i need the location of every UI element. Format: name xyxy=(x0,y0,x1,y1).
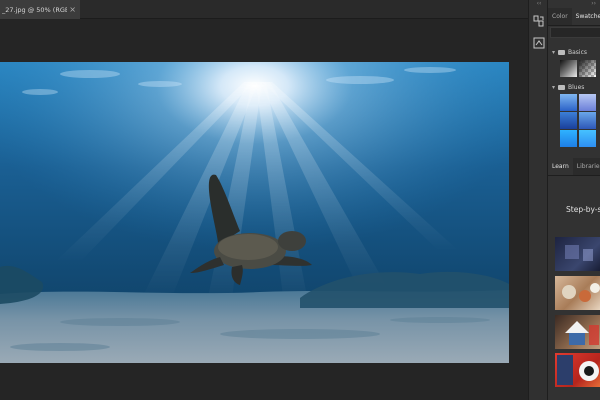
adjustments-icon[interactable] xyxy=(532,36,546,50)
chevron-down-icon: ▾ xyxy=(552,48,556,56)
canvas-pasteboard-edge xyxy=(509,20,519,400)
history-icon[interactable] xyxy=(532,14,546,28)
document-image[interactable] xyxy=(0,62,509,363)
folder-icon xyxy=(558,49,566,55)
tab-libraries[interactable]: Libraries xyxy=(573,158,600,175)
learn-subtitle: Step-by-s xyxy=(566,205,600,214)
canvas-area[interactable] xyxy=(0,20,528,400)
learn-libraries-tabs: Learn Libraries xyxy=(548,158,600,176)
tutorial-thumbnail[interactable] xyxy=(555,237,600,271)
swatch-blue-gradient[interactable] xyxy=(579,130,596,147)
swatch-group-blues[interactable]: ▾ Blues xyxy=(552,82,584,92)
blues-swatch-row-2 xyxy=(560,112,596,129)
folder-icon xyxy=(558,84,566,90)
swatch-blue-gradient[interactable] xyxy=(579,112,596,129)
collapse-dock-icon[interactable]: ›› xyxy=(548,0,600,8)
swatch-blue-gradient[interactable] xyxy=(560,130,577,147)
swatch-group-label: Basics xyxy=(568,48,588,56)
tutorial-thumbnail[interactable] xyxy=(555,315,600,349)
swatch-black-white-gradient[interactable] xyxy=(560,60,577,77)
underwater-turtle-image xyxy=(0,62,509,363)
collapse-panels-icon[interactable]: ‹‹ xyxy=(529,0,549,8)
tutorial-thumbnail[interactable] xyxy=(555,276,600,310)
tab-learn[interactable]: Learn xyxy=(548,158,573,175)
document-tab-bar: _27.jpg @ 50% (RGB/8#) × xyxy=(0,0,528,19)
swatches-search-input[interactable] xyxy=(550,27,600,38)
basics-swatch-row xyxy=(560,60,596,77)
tab-swatches[interactable]: Swatches xyxy=(571,8,600,25)
color-swatches-tabs: Color Swatches xyxy=(548,8,600,26)
document-tab-title: _27.jpg @ 50% (RGB/8#) xyxy=(2,5,68,14)
blues-swatch-row-3 xyxy=(560,130,596,147)
blues-swatch-row-1 xyxy=(560,94,596,111)
document-tab[interactable]: _27.jpg @ 50% (RGB/8#) × xyxy=(0,0,80,19)
swatch-transparent-gradient[interactable] xyxy=(579,60,596,77)
panel-icon-strip: ‹‹ xyxy=(528,0,548,400)
tab-color[interactable]: Color xyxy=(548,8,572,25)
swatch-blue-gradient[interactable] xyxy=(579,94,596,111)
swatch-group-basics[interactable]: ▾ Basics xyxy=(552,47,587,57)
swatch-blue-gradient[interactable] xyxy=(560,112,577,129)
close-icon[interactable]: × xyxy=(69,5,76,14)
swatch-blue-gradient[interactable] xyxy=(560,94,577,111)
right-panels: ›› Color Swatches ▾ Basics ▾ Blues Learn… xyxy=(548,0,600,400)
swatch-group-label: Blues xyxy=(568,83,585,91)
chevron-down-icon: ▾ xyxy=(552,83,556,91)
tutorial-thumbnail[interactable] xyxy=(555,353,600,387)
